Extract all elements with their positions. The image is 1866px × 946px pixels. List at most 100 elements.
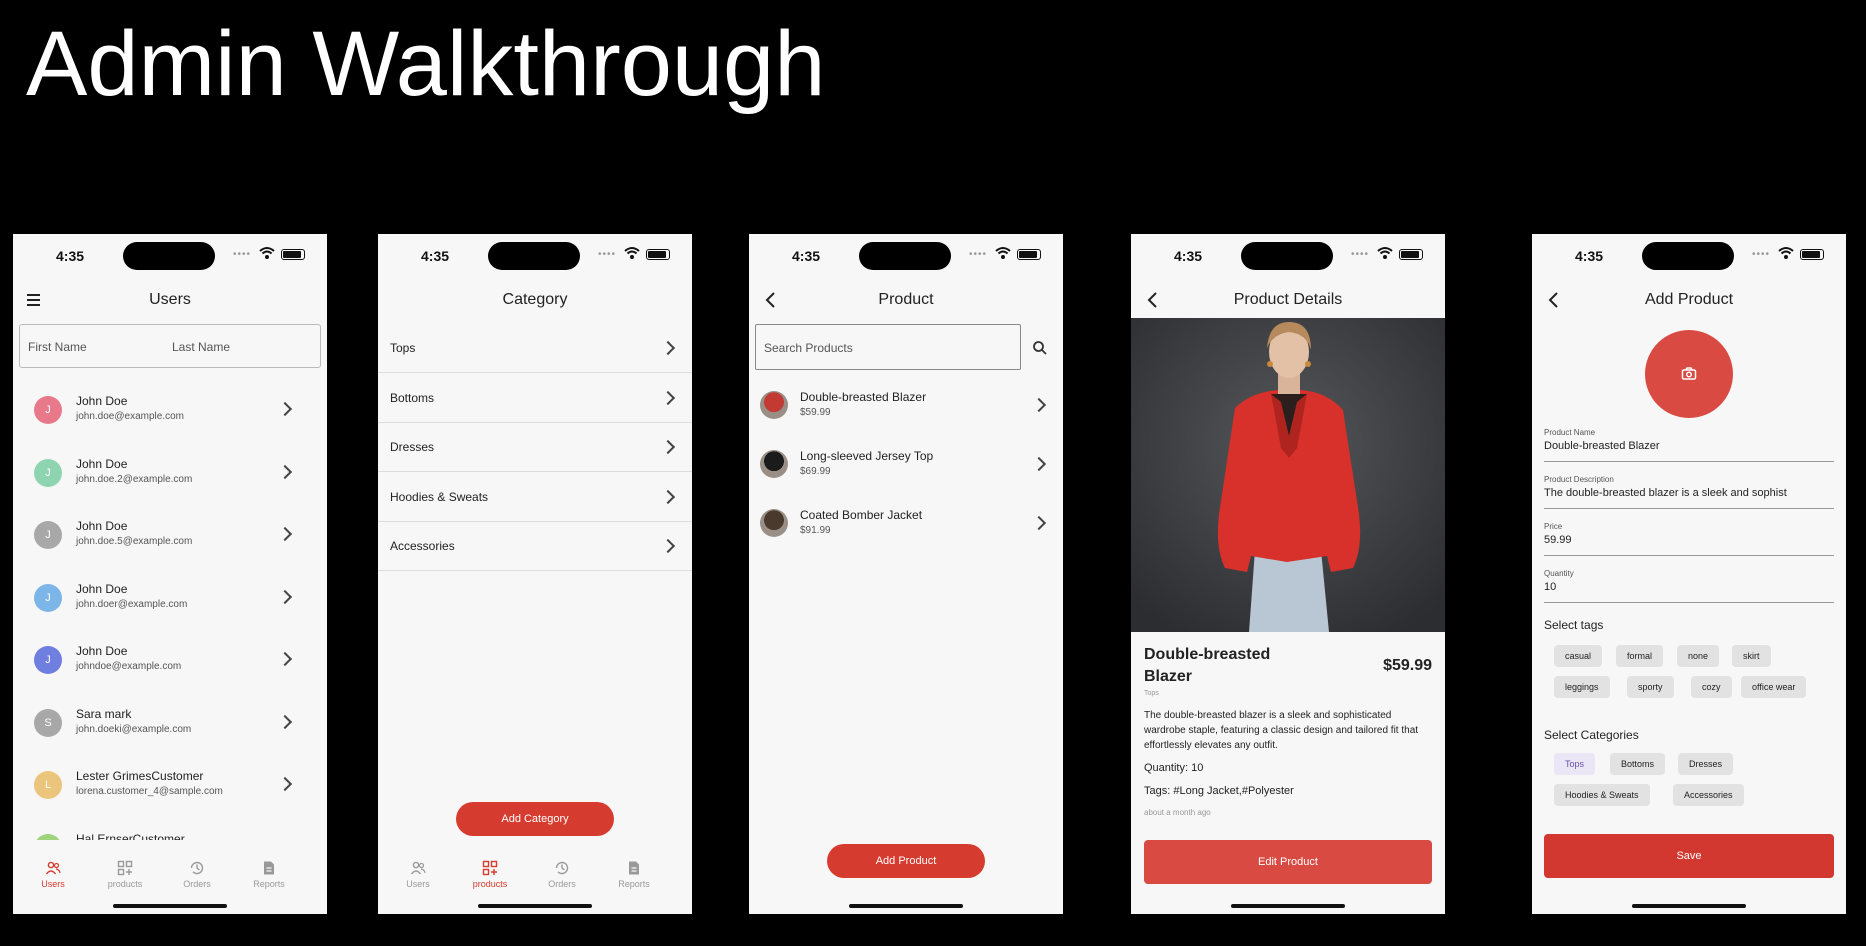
chevron-right-icon bbox=[277, 589, 293, 604]
tab-users[interactable]: Users bbox=[388, 860, 448, 889]
user-list-item[interactable]: J John Doe johndoe@example.com bbox=[13, 630, 327, 692]
tag-chip[interactable]: formal bbox=[1616, 645, 1664, 667]
battery-icon bbox=[1800, 249, 1824, 260]
user-list-item[interactable]: J John Doe john.doe.2@example.com bbox=[13, 443, 327, 505]
tab-reports[interactable]: Reports bbox=[239, 860, 299, 889]
tab-products[interactable]: products bbox=[460, 860, 520, 889]
status-bar: 4:35 •••• bbox=[749, 234, 1063, 276]
screen-title: Product bbox=[878, 291, 934, 308]
category-chip[interactable]: Tops bbox=[1554, 753, 1596, 775]
tab-label: Orders bbox=[548, 879, 576, 889]
last-name-input[interactable]: Last Name bbox=[172, 340, 230, 354]
category-list-item[interactable]: Bottoms bbox=[378, 374, 692, 423]
category-name: Hoodies & Sweats bbox=[390, 489, 489, 504]
chevron-right-icon bbox=[277, 651, 293, 667]
upload-image-button[interactable] bbox=[1645, 330, 1733, 418]
category-chip[interactable]: Dresses bbox=[1678, 753, 1734, 775]
add-product-screen: 4:35 •••• Add Product Product Name Double… bbox=[1532, 234, 1846, 914]
user-name: Lester GrimesCustomer bbox=[76, 769, 204, 783]
user-name: John Doe bbox=[76, 519, 128, 533]
tab-orders[interactable]: Orders bbox=[532, 860, 592, 889]
home-indicator bbox=[1231, 904, 1345, 908]
product-description-field[interactable]: Product Description The double-breasted b… bbox=[1544, 475, 1834, 509]
product-name-field[interactable]: Product Name Double-breasted Blazer bbox=[1544, 428, 1834, 462]
tab-label: Orders bbox=[183, 879, 211, 889]
battery-icon bbox=[1399, 249, 1423, 260]
tab-orders[interactable]: Orders bbox=[167, 860, 227, 889]
battery-icon bbox=[646, 249, 670, 260]
user-email: john.doer@example.com bbox=[76, 598, 188, 610]
user-email: lorena.customer_4@sample.com bbox=[76, 786, 223, 797]
status-time: 4:35 bbox=[421, 248, 450, 264]
reports-icon bbox=[629, 861, 639, 875]
home-indicator bbox=[1632, 904, 1746, 908]
edit-product-button[interactable]: Edit Product bbox=[1144, 840, 1432, 884]
user-list-item[interactable]: J John Doe john.doer@example.com bbox=[13, 568, 327, 630]
user-email: john.doe.2@example.com bbox=[76, 473, 193, 485]
avatar: J bbox=[34, 583, 62, 612]
products-icon bbox=[117, 860, 133, 876]
users-screen: 4:35 •••• Users First Name Last Name J Jo… bbox=[13, 234, 327, 914]
product-category: Tops bbox=[1144, 690, 1159, 697]
field-value: The double-breasted blazer is a sleek an… bbox=[1544, 487, 1787, 499]
category-chip[interactable]: Bottoms bbox=[1610, 753, 1666, 775]
category-list-item[interactable]: Tops bbox=[378, 324, 692, 373]
screen-title: Add Product bbox=[1644, 291, 1734, 308]
status-time: 4:35 bbox=[1174, 248, 1203, 264]
tab-users[interactable]: Users bbox=[23, 860, 83, 889]
product-list-item[interactable]: Long-sleeved Jersey Top $69.99 bbox=[749, 436, 1063, 496]
tag-chip[interactable]: casual bbox=[1554, 645, 1603, 667]
category-list-item[interactable]: Accessories bbox=[378, 522, 692, 571]
product-timestamp: about a month ago bbox=[1144, 808, 1211, 817]
add-category-button[interactable]: Add Category bbox=[456, 802, 614, 836]
product-thumbnail bbox=[760, 450, 788, 478]
user-list-item[interactable]: J John Doe john.doe@example.com bbox=[13, 380, 327, 442]
user-list-item[interactable]: L Lester GrimesCustomer lorena.customer_4@… bbox=[13, 755, 327, 817]
wifi-icon bbox=[1778, 247, 1794, 259]
field-label: Product Description bbox=[1544, 475, 1614, 484]
field-label: Product Name bbox=[1544, 428, 1596, 437]
user-list-item[interactable]: S Sara mark john.doeki@example.com bbox=[13, 693, 327, 755]
tag-chip[interactable]: leggings bbox=[1554, 676, 1610, 698]
navbar: Add Product bbox=[1532, 276, 1846, 324]
user-name: John Doe bbox=[76, 581, 128, 596]
tag-chip[interactable]: cozy bbox=[1691, 676, 1732, 698]
dynamic-island bbox=[123, 242, 215, 270]
chevron-right-icon bbox=[1031, 456, 1047, 472]
quantity-field[interactable]: Quantity 10 bbox=[1544, 569, 1834, 603]
tab-reports[interactable]: Reports bbox=[604, 860, 664, 889]
save-button[interactable]: Save bbox=[1544, 834, 1834, 878]
search-input[interactable]: Search Products bbox=[755, 324, 1021, 370]
first-name-input[interactable]: First Name bbox=[28, 340, 87, 354]
dynamic-island bbox=[1642, 242, 1734, 270]
tab-label: Reports bbox=[253, 879, 285, 889]
status-time: 4:35 bbox=[1575, 248, 1604, 264]
category-chip[interactable]: Hoodies & Sweats bbox=[1554, 784, 1650, 806]
tag-chip[interactable]: office wear bbox=[1741, 676, 1807, 698]
signal-icon: •••• bbox=[597, 249, 616, 260]
search-icon[interactable] bbox=[1032, 340, 1048, 356]
user-email: john.doe@example.com bbox=[76, 411, 184, 422]
category-chip[interactable]: Accessories bbox=[1673, 784, 1744, 806]
tag-chip[interactable]: sporty bbox=[1627, 676, 1674, 698]
category-list-item[interactable]: Dresses bbox=[378, 423, 692, 472]
tab-products[interactable]: products bbox=[95, 860, 155, 889]
product-list-item[interactable]: Double-breasted Blazer $59.99 bbox=[749, 377, 1063, 437]
products-icon bbox=[482, 860, 498, 876]
avatar: J bbox=[34, 646, 62, 674]
tab-bar: Users products Orders Reports bbox=[378, 840, 692, 914]
tab-label: Reports bbox=[618, 879, 650, 889]
field-value: Double-breasted Blazer bbox=[1544, 440, 1660, 452]
category-list-item[interactable]: Hoodies & Sweats bbox=[378, 473, 692, 522]
user-name: Sara mark bbox=[76, 706, 132, 721]
avatar: J bbox=[34, 458, 62, 487]
chevron-right-icon bbox=[660, 390, 676, 405]
add-product-button[interactable]: Add Product bbox=[827, 844, 985, 878]
price-field[interactable]: Price 59.99 bbox=[1544, 522, 1834, 556]
tag-chip[interactable]: skirt bbox=[1732, 645, 1771, 667]
user-list-item[interactable]: J John Doe john.doe.5@example.com bbox=[13, 505, 327, 567]
tag-chip[interactable]: none bbox=[1677, 645, 1720, 667]
chevron-right-icon bbox=[660, 340, 676, 356]
category-name: Accessories bbox=[390, 539, 455, 553]
product-list-item[interactable]: Coated Bomber Jacket $91.99 bbox=[749, 495, 1063, 555]
